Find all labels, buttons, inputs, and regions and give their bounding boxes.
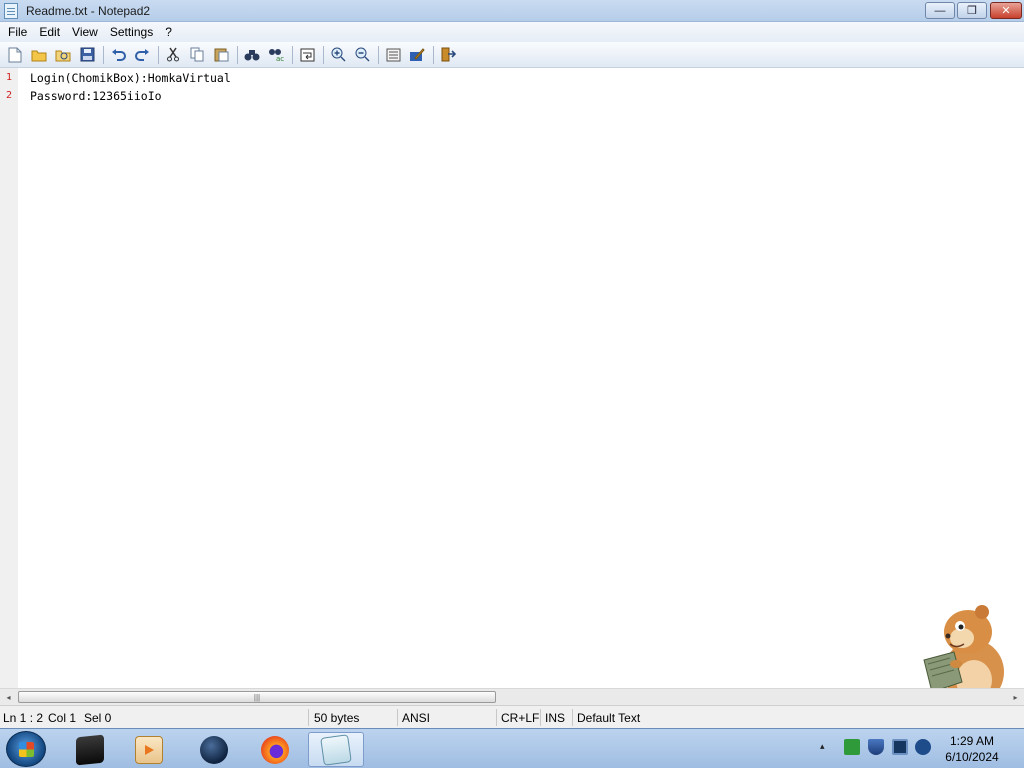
menu-settings[interactable]: Settings: [104, 22, 159, 42]
toolbar-separator: [237, 45, 238, 64]
status-divider: [308, 709, 309, 726]
scrollbar-thumb[interactable]: |||: [18, 691, 496, 703]
replace-icon[interactable]: ac: [265, 44, 287, 66]
notepad2-icon: [320, 733, 352, 766]
line-number: 1: [5, 72, 13, 83]
start-button[interactable]: [6, 731, 46, 767]
copy-icon[interactable]: [186, 44, 208, 66]
status-line-ending[interactable]: CR+LF: [501, 711, 539, 725]
status-divider: [540, 709, 541, 726]
terminal-icon: [76, 734, 104, 765]
toolbar-separator: [158, 45, 159, 64]
taskbar-app-firefox[interactable]: [247, 732, 303, 767]
customize-scheme-icon[interactable]: [406, 44, 428, 66]
exit-icon[interactable]: [437, 44, 459, 66]
zoom-in-icon[interactable]: [327, 44, 349, 66]
taskbar-app-terminal[interactable]: [62, 732, 118, 767]
save-icon[interactable]: [76, 44, 98, 66]
text-editor[interactable]: 1 Login(ChomikBox):HomkaVirtual 2 Passwo…: [0, 68, 1024, 688]
notepad2-app-icon: [4, 3, 18, 19]
select-scheme-icon[interactable]: [382, 44, 404, 66]
new-file-icon[interactable]: [4, 44, 26, 66]
browser-globe-icon: [200, 735, 228, 764]
toolbar-separator: [103, 45, 104, 64]
line-text[interactable]: Password:12365iioIo: [30, 87, 162, 105]
browse-icon[interactable]: [52, 44, 74, 66]
svg-text:ac: ac: [276, 55, 284, 62]
menu-bar: File Edit View Settings ?: [0, 22, 1024, 42]
clock-time: 1:29 AM: [949, 734, 995, 748]
toolbar-separator: [433, 45, 434, 64]
security-shield-icon[interactable]: [868, 739, 884, 755]
menu-help[interactable]: ?: [159, 22, 178, 42]
cut-icon[interactable]: [162, 44, 184, 66]
line-text[interactable]: Login(ChomikBox):HomkaVirtual: [30, 69, 231, 87]
line-number: 2: [5, 90, 13, 101]
status-insert-mode[interactable]: INS: [545, 711, 565, 725]
line-number-gutter: [0, 68, 18, 688]
open-folder-icon[interactable]: [28, 44, 50, 66]
minimize-button[interactable]: —: [925, 2, 955, 19]
status-bar: Ln 1 : 2 Col 1 Sel 0 50 bytes ANSI CR+LF…: [0, 705, 1024, 728]
title-bar: Readme.txt - Notepad2 — ❐ ✕: [0, 0, 1024, 22]
status-encoding[interactable]: ANSI: [402, 711, 430, 725]
volume-icon[interactable]: [915, 739, 931, 755]
find-icon[interactable]: [241, 44, 263, 66]
status-line-position: Ln 1 : 2: [3, 711, 44, 725]
redo-icon[interactable]: [131, 44, 153, 66]
undo-icon[interactable]: [107, 44, 129, 66]
toolbar-separator: [292, 45, 293, 64]
status-divider: [572, 709, 573, 726]
maximize-button[interactable]: ❐: [957, 2, 987, 19]
system-clock[interactable]: 1:29 AM 6/10/2024: [940, 733, 1004, 765]
tray-expand-icon[interactable]: ▴: [820, 741, 830, 757]
status-divider: [397, 709, 398, 726]
menu-file[interactable]: File: [2, 22, 33, 42]
toolbar-separator: [378, 45, 379, 64]
word-wrap-icon[interactable]: [296, 44, 318, 66]
menu-view[interactable]: View: [66, 22, 104, 42]
scrollbar-grip: |||: [253, 692, 261, 702]
status-scheme[interactable]: Default Text: [577, 711, 640, 725]
toolbar: ac: [0, 42, 1024, 68]
scroll-right-arrow[interactable]: ▸: [1007, 689, 1024, 705]
taskbar: ▴ 1:29 AM 6/10/2024: [0, 728, 1024, 768]
media-player-icon: [135, 735, 163, 764]
window-title: Readme.txt - Notepad2: [26, 4, 151, 18]
status-column: Col 1: [48, 711, 77, 725]
zoom-out-icon[interactable]: [351, 44, 373, 66]
menu-edit[interactable]: Edit: [33, 22, 66, 42]
status-file-size: 50 bytes: [314, 711, 360, 725]
editor-line: 1 Login(ChomikBox):HomkaVirtual: [0, 69, 1024, 87]
close-button[interactable]: ✕: [990, 2, 1022, 19]
horizontal-scrollbar[interactable]: ◂ ||| ▸: [0, 688, 1024, 705]
firefox-icon: [261, 735, 289, 764]
toolbar-separator: [323, 45, 324, 64]
taskbar-app-media-player[interactable]: [121, 732, 177, 767]
status-divider: [496, 709, 497, 726]
status-selection: Sel 0: [84, 711, 112, 725]
clock-date: 6/10/2024: [945, 750, 999, 764]
sync-icon[interactable]: [844, 739, 860, 755]
editor-line: 2 Password:12365iioIo: [0, 87, 1024, 105]
taskbar-app-globe-browser[interactable]: [186, 732, 242, 767]
taskbar-app-notepad2[interactable]: [308, 732, 364, 767]
network-icon[interactable]: [892, 739, 908, 755]
paste-icon[interactable]: [210, 44, 232, 66]
scroll-left-arrow[interactable]: ◂: [0, 689, 17, 705]
